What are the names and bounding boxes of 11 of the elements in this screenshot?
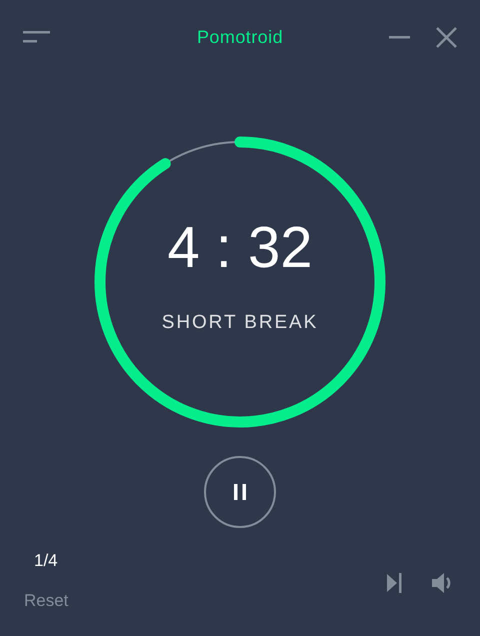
- round-count: 1/4: [34, 550, 58, 572]
- minimize-icon[interactable]: [389, 36, 410, 38]
- reset-link[interactable]: Reset: [24, 588, 68, 613]
- menu-icon[interactable]: [23, 29, 51, 45]
- timer-label: SHORT BREAK: [162, 310, 318, 335]
- window-title: Pomotroid: [196, 26, 284, 48]
- pause-icon: [233, 484, 247, 500]
- skip-icon[interactable]: [387, 573, 402, 593]
- pause-button[interactable]: [204, 456, 276, 528]
- close-icon[interactable]: [436, 26, 457, 48]
- timer-time: 4 : 32: [167, 218, 313, 277]
